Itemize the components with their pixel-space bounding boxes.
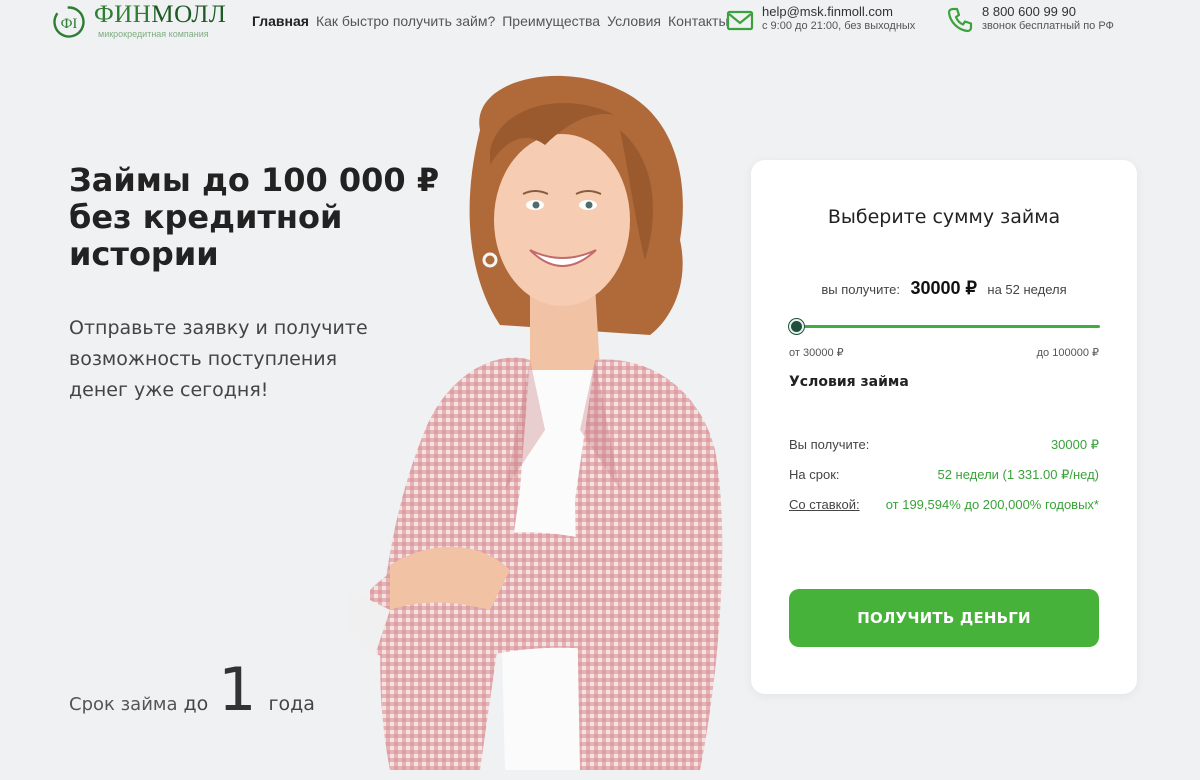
- slider-min-label: от 30000 ₽: [789, 347, 844, 359]
- condition-row-amount: Вы получите: 30000 ₽: [789, 437, 1099, 453]
- slider-max-label: до 100000 ₽: [1036, 347, 1099, 359]
- slider-thumb[interactable]: [789, 319, 804, 334]
- condition-value: от 199,594% до 200,000% годовых*: [885, 497, 1099, 512]
- nav-link-how-to-get[interactable]: Как быстро получить займ?: [316, 13, 495, 29]
- logo-name: ФИНМОЛЛ: [94, 1, 226, 29]
- receive-period: на 52 неделя: [987, 282, 1067, 297]
- svg-text:ФI: ФI: [61, 16, 78, 32]
- loan-term-label: Срок займа: [69, 694, 178, 715]
- phone-number[interactable]: 8 800 600 99 90: [982, 4, 1114, 19]
- logo-subtitle: микрокредитная компания: [98, 29, 209, 39]
- nav-link-contacts[interactable]: Контакты: [668, 13, 728, 29]
- contact-email: help@msk.finmoll.com с 9:00 до 21:00, бе…: [726, 4, 915, 34]
- loan-term-number: 1: [218, 655, 257, 725]
- loan-term-unit: года: [268, 693, 315, 715]
- loan-calculator-card: Выберите сумму займа вы получите: 30000 …: [751, 160, 1137, 694]
- receive-summary: вы получите: 30000 ₽ на 52 неделя: [751, 278, 1137, 299]
- logo-mark-icon: ФI: [53, 6, 85, 38]
- phone-note: звонок бесплатный по РФ: [982, 20, 1114, 32]
- email-hours: с 9:00 до 21:00, без выходных: [762, 20, 916, 32]
- phone-icon: [947, 7, 973, 33]
- conditions-title: Условия займа: [789, 374, 909, 390]
- main-nav: Главная Как быстро получить займ? Преиму…: [252, 13, 729, 29]
- nav-link-conditions[interactable]: Условия: [607, 13, 661, 29]
- loan-amount-slider[interactable]: [789, 319, 1100, 335]
- logo-name-dark: МОЛЛ: [151, 1, 227, 28]
- condition-row-rate: Со ставкой: от 199,594% до 200,000% годо…: [789, 497, 1099, 512]
- rate-info-link[interactable]: Со ставкой:: [789, 497, 860, 512]
- loan-term: Срок займа до 1 года: [69, 660, 315, 720]
- email-address[interactable]: help@msk.finmoll.com: [762, 4, 915, 19]
- loan-term-prefix: до: [183, 693, 209, 715]
- nav-link-advantages[interactable]: Преимущества: [502, 13, 600, 29]
- condition-value: 30000 ₽: [1050, 437, 1099, 452]
- receive-label: вы получите:: [821, 282, 900, 297]
- condition-key: Вы получите:: [789, 437, 870, 452]
- condition-value: 52 недели (1 331.00 ₽/нед): [937, 467, 1099, 482]
- contact-phone: 8 800 600 99 90 звонок бесплатный по РФ: [946, 4, 1114, 34]
- nav-link-home[interactable]: Главная: [252, 13, 309, 29]
- hero-person-image: [346, 75, 723, 770]
- condition-row-term: На срок: 52 недели (1 331.00 ₽/нед): [789, 467, 1099, 483]
- slider-track[interactable]: [789, 325, 1100, 328]
- condition-key: На срок:: [789, 467, 840, 482]
- envelope-icon: [726, 10, 754, 31]
- get-money-button[interactable]: ПОЛУЧИТЬ ДЕНЬГИ: [789, 589, 1099, 647]
- receive-amount: 30000 ₽: [910, 278, 977, 298]
- calculator-title: Выберите сумму займа: [827, 206, 1061, 228]
- logo[interactable]: ФI ФИНМОЛЛ микрокредитная компания: [52, 1, 228, 39]
- site-header: ФI ФИНМОЛЛ микрокредитная компания Главн…: [0, 0, 1200, 50]
- logo-name-green: ФИН: [94, 1, 152, 28]
